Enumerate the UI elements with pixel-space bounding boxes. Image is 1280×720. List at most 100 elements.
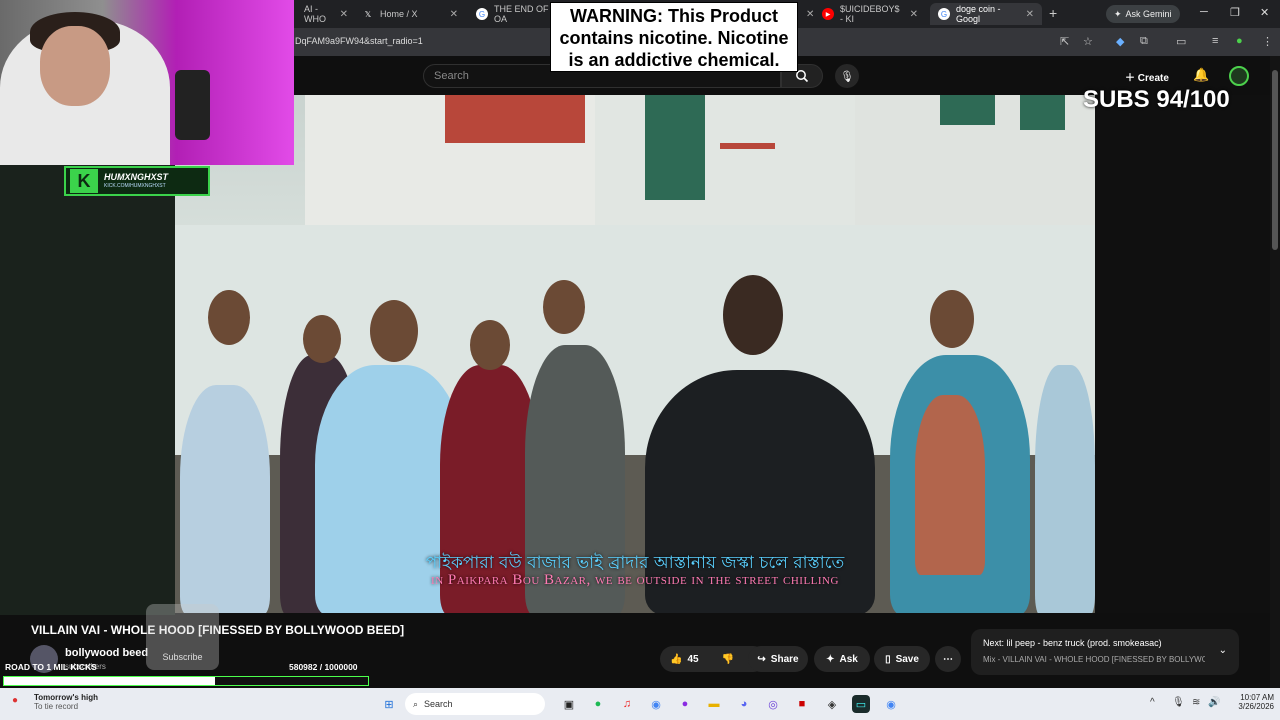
app-icon[interactable]: ■ [793,695,811,713]
brick-wall [445,95,585,143]
discord-icon[interactable]: ◕ [735,695,753,713]
music-icon[interactable]: ♫ [618,695,636,713]
person-head [470,320,510,370]
task-view-icon[interactable]: ▣ [560,695,578,713]
green-window [940,95,995,125]
person-head [930,290,974,348]
wifi-icon[interactable]: ≋ [1192,697,1200,708]
chevron-down-icon[interactable]: ⌄ [1219,645,1227,656]
microphone-icon[interactable]: 🎙 [1172,697,1185,708]
chrome-icon[interactable]: ◉ [647,695,665,713]
tab-hidden-close[interactable]: ✕ [798,3,814,25]
sparkle-icon: ✦ [826,653,835,665]
create-label: Create [1137,73,1169,84]
like-count[interactable]: 45 [687,654,698,665]
share-button[interactable]: ↪ Share [748,646,808,672]
kick-progress-fill [4,677,216,685]
file-explorer-icon[interactable]: ▬ [705,695,723,713]
minimize-icon[interactable]: ─ [1200,6,1208,18]
search-placeholder: Search [434,70,469,82]
install-icon[interactable]: ⇱ [1060,35,1069,48]
tab-suicideboys[interactable]: ▶ $UICIDEBOY$ - KI ✕ [814,3,926,25]
page-scrollbar[interactable] [1270,56,1280,688]
subs-goal: SUBS 94/100 [1083,86,1230,113]
close-icon[interactable]: ✕ [910,9,918,20]
tiger-print [915,395,985,575]
person-head [370,300,418,362]
new-tab-icon[interactable]: + [1049,5,1057,21]
ask-gemini-label: Ask Gemini [1125,9,1172,19]
right-background [1095,95,1270,613]
share-icon: ↪ [757,653,766,665]
more-actions-button[interactable]: ⋯ [935,646,961,672]
spotify-icon[interactable]: ● [589,695,607,713]
weather-subtitle: To tie record [34,702,79,711]
plus-icon: ＋ [1125,73,1138,84]
extension-icon[interactable]: ◆ [1116,35,1124,48]
kick-progress-bar [3,676,369,686]
notifications-bell-icon[interactable]: 🔔 [1193,67,1209,83]
video-player[interactable]: পাইকপারা বউ বাজার ভাই ব্রাদার আস্তানায় … [175,95,1095,613]
create-button[interactable]: ＋ Create [1125,69,1169,84]
bookmark-icon: ▯ [885,653,891,665]
streamer-body [0,12,170,165]
subscribe-button[interactable]: Subscribe [146,604,219,670]
clock-date: 3/26/2026 [1238,702,1274,711]
app-icon[interactable]: ◎ [764,695,782,713]
puzzle-icon[interactable]: ⧉ [1140,35,1148,48]
more-horizontal-icon: ⋯ [943,653,953,665]
voice-search-button[interactable]: 🎙 [835,64,859,88]
sidepanel-icon[interactable]: ▭ [1176,35,1186,48]
app-icon[interactable]: ◈ [823,695,841,713]
tab-label: $UICIDEBOY$ - KI [840,4,900,24]
ask-label: Ask [839,653,858,665]
tab-end-of-oa[interactable]: G THE END OF OA [468,3,558,25]
up-next-subtitle: Mix - VILLAIN VAI - WHOLE HOOD [FINESSED… [983,655,1205,664]
subscribe-label: Subscribe [162,652,203,662]
weather-widget[interactable]: ● Tomorrow's high To tie record [12,693,98,711]
obs-icon[interactable]: ▭ [852,695,870,713]
scrollbar-thumb[interactable] [1272,70,1278,250]
restore-icon[interactable]: ❐ [1230,6,1240,19]
tab-x-home[interactable]: 𝕏 Home / X ✕ [354,3,466,25]
volume-icon[interactable]: 🔊 [1208,697,1220,708]
thumbs-up-icon[interactable]: 👍 [670,654,682,665]
weather-title: Tomorrow's high [34,693,98,702]
tab-youtube-villain[interactable]: AI - WHO ✕ [296,3,356,25]
up-next-title: Next: lil peep - benz truck (prod. smoke… [983,638,1162,648]
subtitle-english: in Paikpara Bou Bazar, we be outside in … [431,572,839,588]
close-icon[interactable]: ✕ [450,9,458,20]
chrome-icon[interactable]: ◉ [882,695,900,713]
menu-lines-icon[interactable]: ≡ [1212,35,1218,47]
ask-button[interactable]: ✦ Ask [814,646,870,672]
green-door [645,95,705,200]
search-icon: ⌕ [413,698,419,709]
taskbar-search[interactable]: ⌕ Search [405,693,545,715]
person-head [543,280,585,334]
green-window [1020,95,1065,130]
ask-gemini-button[interactable]: ✦ Ask Gemini [1106,5,1180,23]
windows-start-icon[interactable]: ⊞ [380,695,398,713]
streamer-site: KICK.COM/HUMXNGHXST [104,182,166,189]
kebab-menu-icon[interactable]: ⋮ [1262,35,1273,48]
bookmark-star-icon[interactable]: ☆ [1083,35,1093,48]
save-button[interactable]: ▯ Save [874,646,930,672]
tray-chevron-icon[interactable]: ^ [1150,697,1155,708]
account-avatar[interactable] [1229,66,1249,86]
nicotine-warning: WARNING: This Product contains nicotine.… [550,2,798,72]
window-close-icon[interactable]: ✕ [1260,6,1269,19]
app-icon[interactable]: ● [676,695,694,713]
close-icon[interactable]: ✕ [340,9,348,20]
profile-icon[interactable]: ● [1236,35,1243,47]
screen: AI - WHO ✕ 𝕏 Home / X ✕ G THE END OF OA … [0,0,1280,720]
thumbs-down-icon[interactable]: 👎 [722,654,734,665]
tab-doge-coin[interactable]: G doge coin - Googl ✕ [930,3,1042,25]
system-clock[interactable]: 10:07 AM 3/26/2026 [1228,693,1274,711]
url-text[interactable]: DqFAM9a9FW94&start_radio=1 [295,36,423,46]
up-next-card[interactable]: Next: lil peep - benz truck (prod. smoke… [971,629,1239,675]
channel-name[interactable]: bollywood beed [65,647,148,659]
google-icon: G [938,8,950,20]
windows-taskbar: ● Tomorrow's high To tie record ⊞ ⌕ Sear… [0,688,1280,720]
red-trim [720,143,775,149]
close-icon[interactable]: ✕ [1026,9,1034,20]
